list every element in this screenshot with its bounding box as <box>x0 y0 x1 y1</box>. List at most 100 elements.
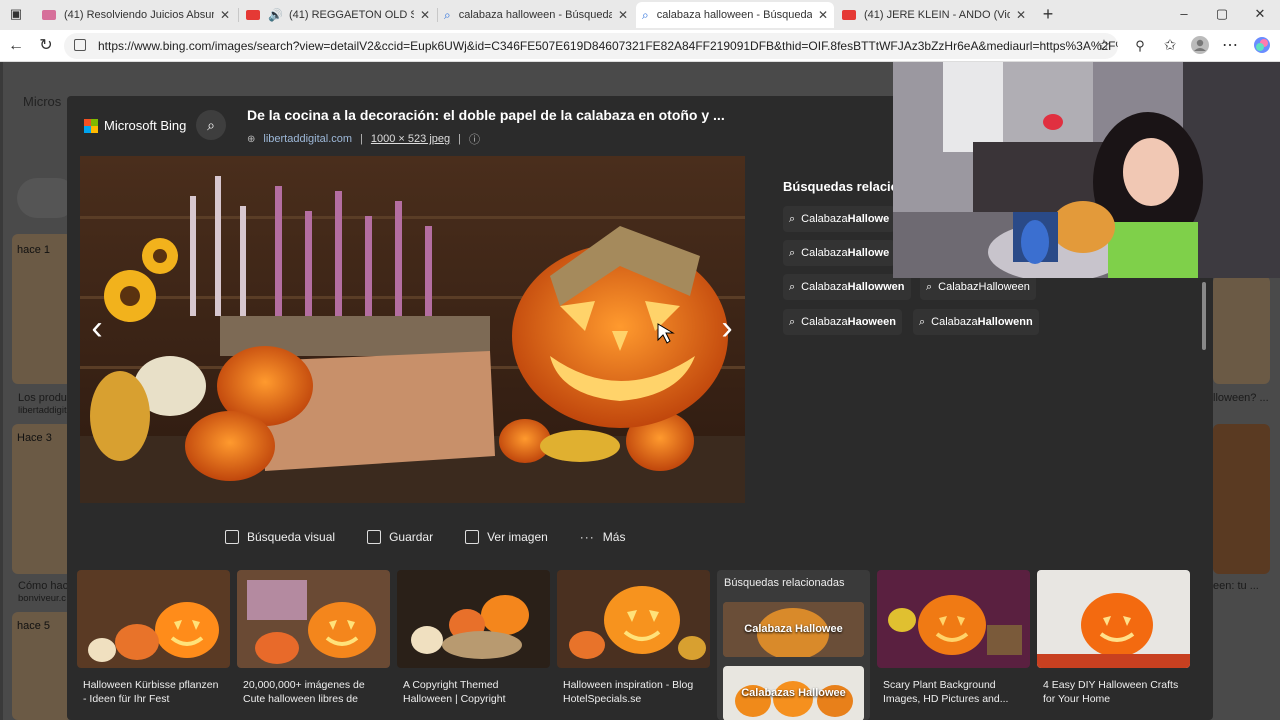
close-tab-icon[interactable]: ✕ <box>220 8 230 22</box>
visual-search-button[interactable]: Búsqueda visual <box>225 530 335 544</box>
favorites-icon[interactable]: ✩ <box>1160 36 1180 56</box>
chip-bold: Hallowe <box>847 213 890 225</box>
meta-separator: | <box>458 133 461 145</box>
thumbnail-image <box>77 570 230 668</box>
related-search-label: Calabaza Hallowee <box>744 623 843 635</box>
related-image-card[interactable]: 20,000,000+ imágenes de Cute halloween l… <box>237 570 390 720</box>
bg-badge: hace 5 <box>17 620 51 632</box>
site-info-icon[interactable] <box>74 39 86 51</box>
thumbnail-caption: Halloween Kürbisse pflanzen - Ideen für … <box>83 679 219 705</box>
related-chip[interactable]: ⌕ Calabaza Hallowe <box>783 240 896 266</box>
bg-snippet: een: tu ... <box>1213 580 1259 592</box>
meta-separator: | <box>360 133 363 145</box>
related-search-item[interactable]: Calabaza Hallowee <box>723 602 864 657</box>
speaker-icon[interactable]: 🔊 <box>268 8 283 22</box>
settings-more-icon[interactable]: ⋯ <box>1220 36 1240 56</box>
thumbnail-image <box>557 570 710 668</box>
more-icon: ··· <box>579 530 595 544</box>
related-searches-card[interactable]: Búsquedas relacionadas Calabaza Hallowee… <box>717 570 870 720</box>
copilot-icon[interactable] <box>1252 36 1272 56</box>
bing-logo[interactable]: Microsoft Bing <box>84 118 186 133</box>
view-image-button[interactable]: Ver imagen <box>465 530 548 544</box>
bg-snippet: lloween? ... <box>1213 392 1269 404</box>
related-chip[interactable]: ⌕ Calabaza Haoween <box>783 309 902 335</box>
image-title[interactable]: De la cocina a la decoración: el doble p… <box>247 107 725 123</box>
image-meta: ⊕ libertaddigital.com | 1000 × 523 jpeg … <box>247 131 488 147</box>
related-image-card[interactable]: Halloween inspiration - Blog HotelSpecia… <box>557 570 710 720</box>
close-tab-icon[interactable]: ✕ <box>1016 8 1026 22</box>
image-source-link[interactable]: libertaddigital.com <box>263 133 352 145</box>
previous-image-arrow[interactable]: ‹ <box>84 308 110 348</box>
related-chip[interactable]: ⌕ Calabaza Hallowe <box>783 206 896 232</box>
refresh-icon[interactable]: ↻ <box>36 36 56 56</box>
bg-snippet: Cómo hac <box>18 580 69 592</box>
image-dimensions-link[interactable]: 1000 × 523 jpeg <box>371 133 450 145</box>
chip-bold: Haoween <box>847 316 896 328</box>
save-button[interactable]: Guardar <box>367 530 433 544</box>
tab-title: calabaza halloween - Búsqueda Im <box>656 9 812 21</box>
extensions-icon[interactable]: ⚲ <box>1130 36 1150 56</box>
new-tab-button[interactable]: + <box>1038 4 1058 24</box>
search-icon: ⌕ <box>789 247 796 259</box>
related-image-card[interactable]: Halloween Kürbisse pflanzen - Ideen für … <box>77 570 230 720</box>
bg-logo: Micros <box>23 94 62 109</box>
close-window-button[interactable]: ✕ <box>1250 4 1270 24</box>
related-image-card[interactable]: Scary Plant Background Images, HD Pictur… <box>877 570 1030 720</box>
chip-bold: Hallowenn <box>977 316 1033 328</box>
chip-prefix: Calabaza <box>801 247 848 259</box>
address-bar-row: ← ↻ https://www.bing.com/images/search?v… <box>0 30 1280 62</box>
close-tab-icon[interactable]: ✕ <box>818 8 828 22</box>
bg-thumbnail[interactable] <box>12 234 72 384</box>
search-favicon-icon: ⌕ <box>642 7 649 22</box>
chip-prefix: Calabaza <box>801 281 848 293</box>
scrollbar[interactable] <box>1202 282 1206 350</box>
favorite-star-icon[interactable]: ☆ <box>1094 36 1114 56</box>
bg-thumbnail[interactable] <box>12 424 72 574</box>
bg-snippet: libertaddigit <box>18 405 67 416</box>
chip-prefix: Calabaza <box>801 213 848 225</box>
related-image-card[interactable]: A Copyright Themed Halloween | Copyright… <box>397 570 550 720</box>
chip-bold: Hallowe <box>847 247 890 259</box>
thumbnail-caption: 4 Easy DIY Halloween Crafts for Your Hom… <box>1043 679 1179 705</box>
tab-title: (41) JERE KLEIN - ANDO (Video O <box>864 9 1010 21</box>
tab-5[interactable]: (41) JERE KLEIN - ANDO (Video O ✕ <box>836 2 1032 28</box>
bg-thumbnail[interactable] <box>1213 276 1270 384</box>
back-icon[interactable]: ← <box>6 36 26 56</box>
address-bar[interactable]: https://www.bing.com/images/search?view=… <box>64 33 1118 59</box>
search-icon[interactable]: ⌕ <box>196 110 226 140</box>
tab-4-active[interactable]: ⌕ calabaza halloween - Búsqueda Im ✕ <box>636 2 834 28</box>
related-search-item[interactable]: Calabazas Hallowee <box>723 666 864 720</box>
minimize-button[interactable]: – <box>1174 4 1194 24</box>
thumbnail-caption: 20,000,000+ imágenes de Cute halloween l… <box>243 679 365 705</box>
image-actions-bar: Búsqueda visual Guardar Ver imagen ··· M… <box>225 530 657 544</box>
action-label: Guardar <box>389 530 434 544</box>
thumbnail-image <box>237 570 390 668</box>
more-button[interactable]: ··· Más <box>580 530 626 544</box>
tab-title: calabaza halloween - Búsqueda <box>458 9 612 21</box>
related-image-card[interactable]: 4 Easy DIY Halloween Crafts for Your Hom… <box>1037 570 1190 720</box>
tab-1[interactable]: (41) Resolviendo Juicios Absurdos ✕ <box>36 2 236 28</box>
thumbnail-caption: Halloween inspiration - Blog HotelSpecia… <box>563 679 694 705</box>
chip-prefix: Calabaza <box>801 316 848 328</box>
close-tab-icon[interactable]: ✕ <box>618 8 628 22</box>
next-image-arrow[interactable]: › <box>714 308 740 348</box>
thumbnail-image <box>1037 570 1190 668</box>
action-label: Ver imagen <box>487 530 548 544</box>
profile-avatar[interactable] <box>1190 36 1210 56</box>
tab-actions-icon[interactable]: ▣ <box>6 4 26 24</box>
tab-strip: ▣ (41) Resolviendo Juicios Absurdos ✕ 🔊 … <box>0 0 1280 30</box>
save-icon <box>367 530 382 544</box>
maximize-button[interactable]: ▢ <box>1212 4 1232 24</box>
search-icon: ⌕ <box>789 213 796 225</box>
bg-snippet: Los produ <box>18 392 67 404</box>
close-tab-icon[interactable]: ✕ <box>420 8 430 22</box>
info-icon[interactable]: ⓘ <box>469 131 480 147</box>
bg-thumbnail[interactable] <box>1213 424 1270 574</box>
related-search-label: Calabazas Hallowee <box>741 687 846 699</box>
tab-2[interactable]: 🔊 (41) REGGAETON OLD SCHOOL ✕ <box>240 2 436 28</box>
related-chip[interactable]: ⌕ Calabaza Hallowenn <box>913 309 1039 335</box>
tab-title: (41) REGGAETON OLD SCHOOL <box>288 9 414 21</box>
tab-3[interactable]: ⌕ calabaza halloween - Búsqueda ✕ <box>438 2 634 28</box>
main-image[interactable]: ‹ › <box>80 156 745 503</box>
related-chip[interactable]: ⌕ Calabaza Hallowwen <box>783 274 911 300</box>
